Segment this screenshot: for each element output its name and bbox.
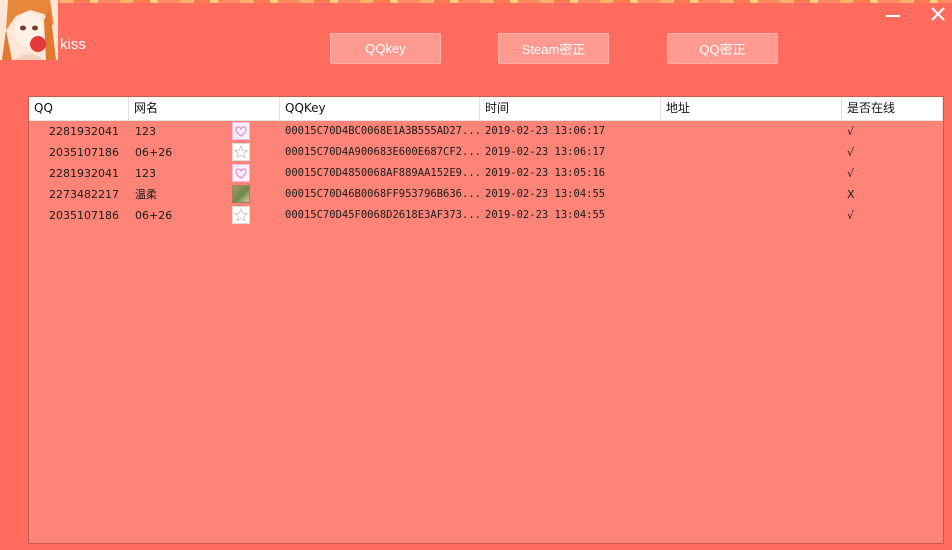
top-decoration-strip — [0, 0, 952, 3]
online-status: X — [847, 188, 855, 201]
avatar — [232, 206, 250, 224]
nickname: 123 — [135, 125, 156, 138]
qq-number: 2035107186 — [49, 209, 119, 222]
timestamp: 2019-02-23 13:04:55 — [485, 209, 606, 221]
qq-mizheng-button[interactable]: QQ密正 — [667, 33, 778, 64]
qq-number: 2281932041 — [49, 167, 119, 180]
avatar — [232, 185, 250, 203]
records-list[interactable]: QQ 网名 QQKey 时间 地址 是否在线 2281932041 123 00… — [28, 96, 944, 544]
qqkey-button[interactable]: QQkey — [330, 33, 441, 64]
timestamp: 2019-02-23 13:05:16 — [485, 167, 606, 179]
timestamp: 2019-02-23 13:06:17 — [485, 146, 606, 158]
online-status: √ — [847, 125, 855, 138]
timestamp: 2019-02-23 13:04:55 — [485, 188, 606, 200]
column-header-qqkey[interactable]: QQKey — [280, 97, 480, 120]
online-status: √ — [847, 146, 855, 159]
table-row[interactable]: 2273482217 温柔 00015C70D46B0068FF953796B6… — [29, 184, 943, 205]
qqkey-value: 00015C70D4850068AF889AA152E9... — [285, 167, 480, 179]
minimize-icon — [886, 15, 900, 17]
qqkey-value: 00015C70D45F0068D2618E3AF373... — [285, 209, 480, 221]
table-row[interactable]: 2035107186 06+26 00015C70D45F0068D2618E3… — [29, 205, 943, 226]
column-header-online[interactable]: 是否在线 — [842, 97, 943, 120]
steam-mizheng-button[interactable]: Steam密正 — [498, 33, 609, 64]
online-status: √ — [847, 209, 855, 222]
list-header: QQ 网名 QQKey 时间 地址 是否在线 — [29, 97, 943, 121]
qqkey-value: 00015C70D4A900683E600E687CF2... — [285, 146, 480, 158]
nickname: 06+26 — [135, 146, 173, 159]
avatar — [232, 143, 250, 161]
column-header-address[interactable]: 地址 — [661, 97, 842, 120]
nickname: 123 — [135, 167, 156, 180]
column-header-nickname[interactable]: 网名 — [129, 97, 280, 120]
table-row[interactable]: 2281932041 123 00015C70D4850068AF889AA15… — [29, 163, 943, 184]
qqkey-value: 00015C70D46B0068FF953796B636... — [285, 188, 480, 200]
table-row[interactable]: 2035107186 06+26 00015C70D4A900683E600E6… — [29, 142, 943, 163]
qq-number: 2035107186 — [49, 146, 119, 159]
nickname: 温柔 — [135, 188, 157, 201]
minimize-button[interactable] — [882, 4, 906, 26]
close-icon — [931, 7, 945, 21]
close-button[interactable] — [926, 4, 950, 26]
avatar — [232, 164, 250, 182]
table-row[interactable]: 2281932041 123 00015C70D4BC0068E1A3B555A… — [29, 121, 943, 142]
avatar — [232, 122, 250, 140]
qq-number: 2281932041 — [49, 125, 119, 138]
app-title: kiss — [60, 36, 86, 53]
column-header-time[interactable]: 时间 — [480, 97, 661, 120]
online-status: √ — [847, 167, 855, 180]
app-logo — [0, 0, 58, 60]
qq-number: 2273482217 — [49, 188, 119, 201]
qqkey-value: 00015C70D4BC0068E1A3B555AD27... — [285, 125, 480, 137]
column-header-qq[interactable]: QQ — [29, 97, 129, 120]
nickname: 06+26 — [135, 209, 173, 222]
timestamp: 2019-02-23 13:06:17 — [485, 125, 606, 137]
